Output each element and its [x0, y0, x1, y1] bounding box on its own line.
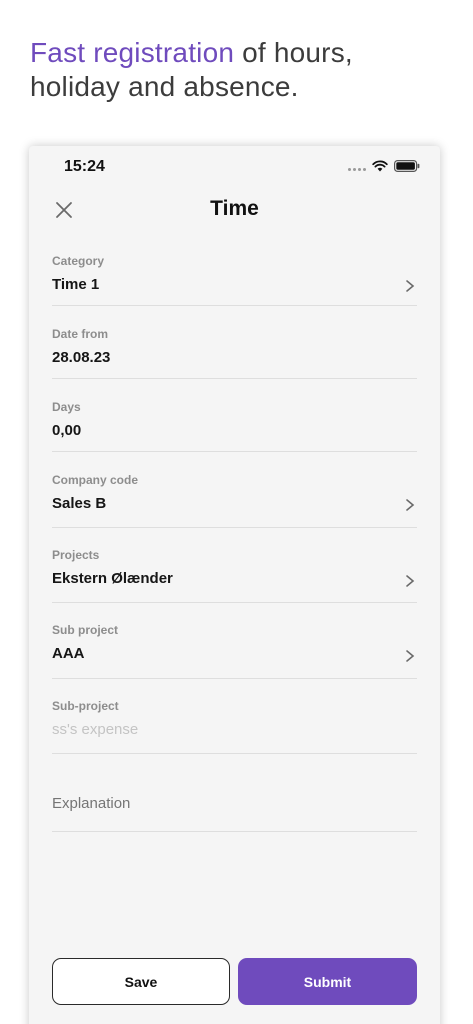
field-projects[interactable]: Projects Ekstern Ølænder — [52, 528, 417, 603]
headline: Fast registration of hours, holiday and … — [30, 36, 450, 104]
field-value: Ekstern Ølænder — [52, 570, 173, 587]
field-label: Days — [52, 400, 81, 414]
submit-button[interactable]: Submit — [238, 958, 417, 1005]
time-form: Category Time 1 Date from 28.08.23 Days … — [52, 246, 417, 832]
wifi-icon — [372, 160, 388, 172]
field-label: Date from — [52, 327, 109, 341]
chevron-right-icon — [406, 575, 415, 587]
field-company-code[interactable]: Company code Sales B — [52, 452, 417, 528]
chevron-right-icon — [406, 499, 415, 511]
save-button[interactable]: Save — [52, 958, 230, 1005]
chevron-right-icon — [406, 650, 415, 662]
field-sub-project[interactable]: Sub project AAA — [52, 603, 417, 679]
status-bar: 15:24 — [29, 146, 440, 190]
explanation-input[interactable] — [52, 795, 417, 812]
battery-icon — [394, 160, 420, 172]
signal-icon — [348, 167, 366, 171]
field-label: Sub-project — [52, 699, 119, 713]
headline-accent: Fast registration — [30, 37, 235, 68]
field-label: Company code — [52, 473, 139, 487]
field-placeholder: ss's expense — [52, 721, 139, 738]
field-days[interactable]: Days 0,00 — [52, 379, 417, 452]
status-time: 15:24 — [64, 158, 105, 175]
field-value: 28.08.23 — [52, 349, 111, 366]
field-category[interactable]: Category Time 1 — [52, 246, 417, 306]
field-value: AAA — [52, 645, 85, 662]
status-icons — [348, 160, 420, 172]
field-label: Sub project — [52, 623, 119, 637]
field-label: Category — [52, 254, 105, 268]
explanation-field[interactable] — [52, 754, 417, 832]
field-value: 0,00 — [52, 422, 82, 439]
field-sub-project-expense[interactable]: Sub-project ss's expense — [52, 679, 417, 754]
field-value: Time 1 — [52, 276, 100, 293]
nav-bar: Time — [29, 194, 440, 226]
chevron-right-icon — [406, 280, 415, 292]
field-value: Sales B — [52, 495, 107, 512]
field-date-from[interactable]: Date from 28.08.23 — [52, 306, 417, 379]
field-label: Projects — [52, 548, 100, 562]
phone-screen: 15:24 Time Category Time 1 Date from 28.… — [29, 146, 440, 1024]
page-title: Time — [210, 197, 259, 220]
